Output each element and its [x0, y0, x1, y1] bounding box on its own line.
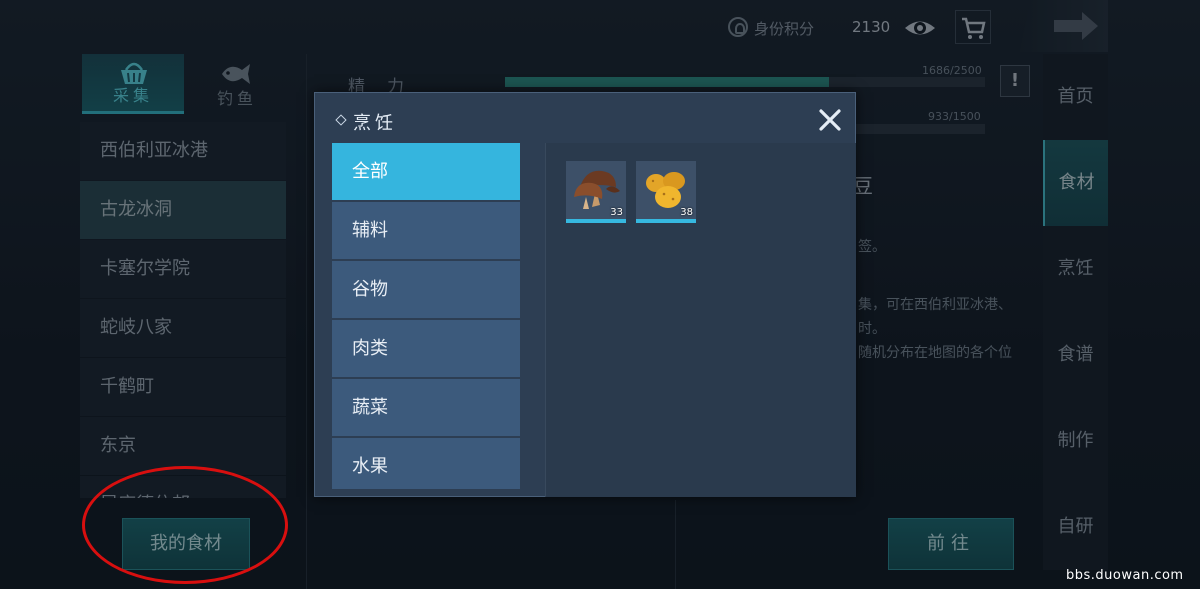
item-slot-mushroom[interactable]: 33: [566, 161, 626, 223]
category-item-meat[interactable]: 肉类: [332, 320, 520, 377]
modal-header: 烹饪: [315, 93, 855, 143]
category-item-condiments[interactable]: 辅料: [332, 202, 520, 259]
item-grid: 33 38: [545, 143, 856, 497]
category-item-grains[interactable]: 谷物: [332, 261, 520, 318]
item-quantity: 33: [610, 207, 623, 218]
modal-title: 烹饪: [353, 113, 397, 134]
category-list: 全部 辅料 谷物 肉类 蔬菜 水果: [332, 143, 520, 489]
cooking-modal: 烹饪 全部 辅料 谷物 肉类 蔬菜 水果 33 38: [314, 92, 856, 497]
annotation-circle: [82, 466, 288, 584]
item-slot-potato[interactable]: 38: [636, 161, 696, 223]
category-item-vegetables[interactable]: 蔬菜: [332, 379, 520, 436]
category-item-all[interactable]: 全部: [332, 143, 520, 200]
category-item-fruit[interactable]: 水果: [332, 438, 520, 489]
watermark: bbs.duowan.com: [1066, 568, 1184, 583]
item-quantity: 38: [680, 207, 693, 218]
diamond-icon: [335, 114, 347, 126]
close-icon[interactable]: [815, 105, 845, 135]
